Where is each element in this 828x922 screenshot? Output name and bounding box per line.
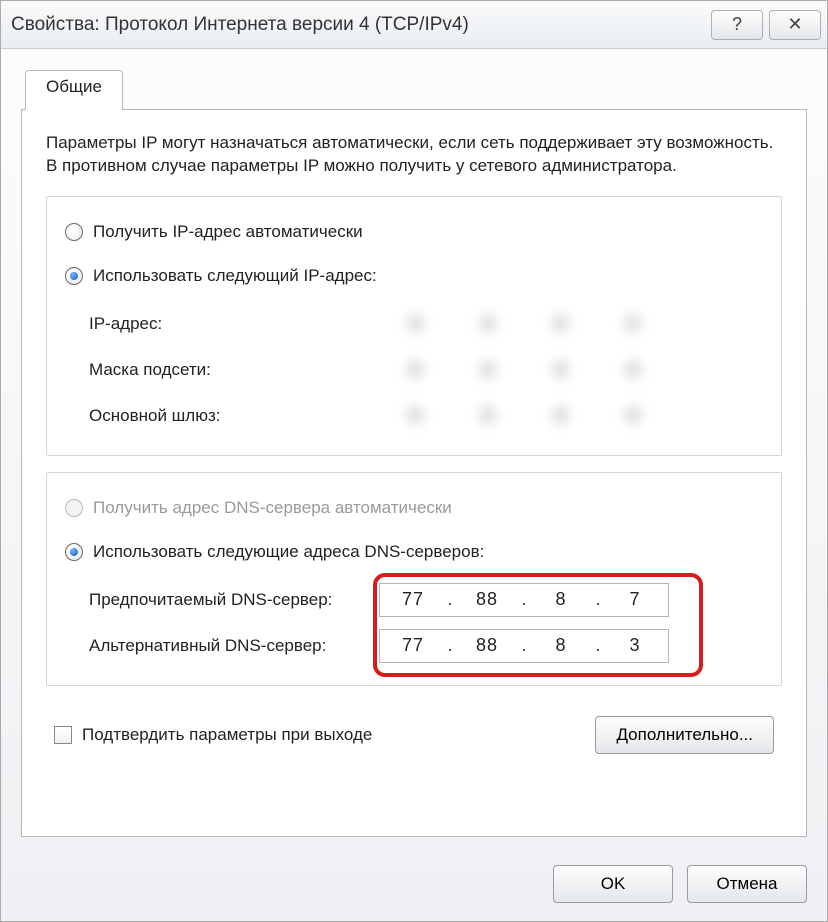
- advanced-button-label: Дополнительно...: [616, 725, 753, 745]
- ip-dot-icon: .: [446, 589, 454, 610]
- tabstrip: Общие: [21, 69, 807, 109]
- ip-dot-icon: .: [446, 635, 454, 656]
- titlebar: Свойства: Протокол Интернета версии 4 (T…: [1, 1, 827, 49]
- field-row-gateway: Основной шлюз: ■■■■: [89, 395, 763, 437]
- dns-preferred-input[interactable]: 77 . 88 . 8 . 7: [379, 583, 669, 617]
- radio-dot-icon: [70, 272, 78, 280]
- ip-octet[interactable]: 77: [380, 589, 446, 610]
- cancel-button[interactable]: Отмена: [687, 865, 807, 903]
- tab-general[interactable]: Общие: [25, 70, 123, 110]
- dns-alternate-input[interactable]: 77 . 88 . 8 . 3: [379, 629, 669, 663]
- ok-button-label: OK: [601, 874, 626, 894]
- tab-general-label: Общие: [46, 77, 102, 96]
- description-text: Параметры IP могут назначаться автоматич…: [46, 132, 782, 178]
- radio-dns-auto: [65, 499, 83, 517]
- ip-address-input[interactable]: ■■■■: [379, 307, 669, 341]
- radio-dns-auto-label: Получить адрес DNS-сервера автоматически: [93, 498, 452, 518]
- validate-checkbox-label: Подтвердить параметры при выходе: [82, 725, 595, 745]
- label-gateway: Основной шлюз:: [89, 406, 379, 426]
- radio-dns-manual[interactable]: [65, 543, 83, 561]
- ip-octet[interactable]: 3: [602, 635, 668, 656]
- ip-group: Получить IP-адрес автоматически Использо…: [46, 196, 782, 456]
- radio-dot-icon: [70, 548, 78, 556]
- radio-row-dns-manual[interactable]: Использовать следующие адреса DNS-сервер…: [65, 535, 763, 569]
- ip-octet[interactable]: 7: [602, 589, 668, 610]
- ip-dot-icon: .: [594, 589, 602, 610]
- ip-octet[interactable]: 88: [454, 589, 520, 610]
- help-icon: ?: [732, 14, 742, 35]
- properties-dialog: Свойства: Протокол Интернета версии 4 (T…: [0, 0, 828, 922]
- cancel-button-label: Отмена: [717, 874, 778, 894]
- label-dns-alternate: Альтернативный DNS-сервер:: [89, 636, 379, 656]
- label-subnet-mask: Маска подсети:: [89, 360, 379, 380]
- radio-dns-manual-label: Использовать следующие адреса DNS-сервер…: [93, 542, 484, 562]
- ip-octet[interactable]: 8: [528, 589, 594, 610]
- client-area: Общие Параметры IP могут назначаться авт…: [1, 49, 827, 851]
- validate-checkbox[interactable]: [54, 726, 72, 744]
- field-row-dns-preferred: Предпочитаемый DNS-сервер: 77 . 88 . 8 .…: [89, 579, 763, 621]
- radio-row-ip-auto[interactable]: Получить IP-адрес автоматически: [65, 215, 763, 249]
- gateway-input[interactable]: ■■■■: [379, 399, 669, 433]
- radio-row-ip-manual[interactable]: Использовать следующий IP-адрес:: [65, 259, 763, 293]
- window-title: Свойства: Протокол Интернета версии 4 (T…: [11, 14, 705, 36]
- radio-ip-manual[interactable]: [65, 267, 83, 285]
- label-dns-preferred: Предпочитаемый DNS-сервер:: [89, 590, 379, 610]
- ip-dot-icon: .: [594, 635, 602, 656]
- subnet-mask-input[interactable]: ■■■■: [379, 353, 669, 387]
- ip-dot-icon: .: [520, 635, 528, 656]
- field-row-mask: Маска подсети: ■■■■: [89, 349, 763, 391]
- ip-dot-icon: .: [520, 589, 528, 610]
- dialog-footer: OK Отмена: [1, 851, 827, 921]
- ok-button[interactable]: OK: [553, 865, 673, 903]
- dns-group: Получить адрес DNS-сервера автоматически…: [46, 472, 782, 686]
- radio-ip-auto-label: Получить IP-адрес автоматически: [93, 222, 363, 242]
- ip-octet[interactable]: 88: [454, 635, 520, 656]
- tabpanel-general: Параметры IP могут назначаться автоматич…: [21, 109, 807, 837]
- bottom-options: Подтвердить параметры при выходе Дополни…: [46, 702, 782, 754]
- close-icon: ✕: [787, 14, 802, 35]
- label-ip-address: IP-адрес:: [89, 314, 379, 334]
- field-row-dns-alternate: Альтернативный DNS-сервер: 77 . 88 . 8 .…: [89, 625, 763, 667]
- radio-ip-manual-label: Использовать следующий IP-адрес:: [93, 266, 377, 286]
- radio-row-dns-auto: Получить адрес DNS-сервера автоматически: [65, 491, 763, 525]
- field-row-ip: IP-адрес: ■■■■: [89, 303, 763, 345]
- ip-octet[interactable]: 77: [380, 635, 446, 656]
- radio-ip-auto[interactable]: [65, 223, 83, 241]
- advanced-button[interactable]: Дополнительно...: [595, 716, 774, 754]
- ip-octet[interactable]: 8: [528, 635, 594, 656]
- help-button[interactable]: ?: [711, 10, 763, 40]
- close-button[interactable]: ✕: [769, 10, 821, 40]
